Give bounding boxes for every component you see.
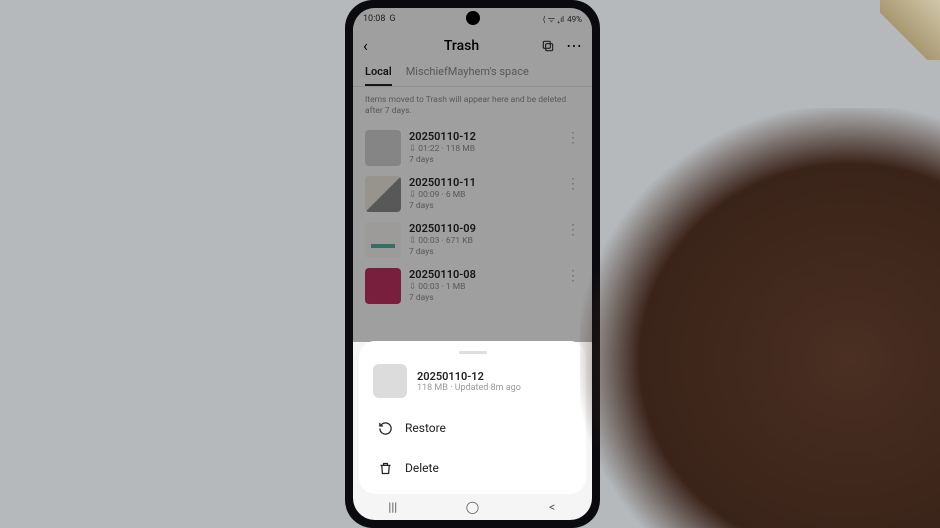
sheet-title: 20250110-12 [417,370,521,383]
more-icon[interactable]: ⋯ [566,38,582,54]
sheet-header: 20250110-12 118 MB · Updated 8m ago [359,362,586,408]
item-more-icon[interactable]: ⋮ [566,222,580,238]
page-title: Trash [383,38,540,54]
trash-list: 20250110-12 ⇩ 01:22 · 118 MB 7 days ⋮ 20… [353,125,592,309]
item-days: 7 days [409,155,558,165]
delete-icon [377,460,393,476]
back-icon[interactable]: ‹ [363,36,383,55]
item-more-icon[interactable]: ⋮ [566,176,580,192]
item-thumbnail [365,176,401,212]
sheet-handle[interactable] [459,351,487,354]
sheet-thumbnail [373,364,407,398]
tab-local[interactable]: Local [365,65,392,86]
list-item[interactable]: 20250110-12 ⇩ 01:22 · 118 MB 7 days ⋮ [353,125,592,171]
item-meta: ⇩ 00:03 · 671 KB [409,236,558,246]
nav-home[interactable]: ◯ [452,500,492,514]
human-hand [580,108,940,528]
item-more-icon[interactable]: ⋮ [566,268,580,284]
item-thumbnail [365,268,401,304]
item-meta: ⇩ 00:03 · 1 MB [409,282,558,292]
nav-recents[interactable]: ||| [373,500,413,514]
list-item[interactable]: 20250110-08 ⇩ 00:03 · 1 MB 7 days ⋮ [353,263,592,309]
nav-back[interactable]: < [532,500,572,514]
item-days: 7 days [409,247,558,257]
item-days: 7 days [409,201,558,211]
camera-notch [466,11,480,25]
trash-hint: Items moved to Trash will appear here an… [353,87,592,125]
status-battery: 49% [567,15,582,24]
copy-icon[interactable] [540,38,556,54]
item-meta: ⇩ 00:09 · 6 MB [409,190,558,200]
item-days: 7 days [409,293,558,303]
item-title: 20250110-09 [409,222,558,235]
tab-space[interactable]: MischiefMayhem's space [406,65,529,86]
item-thumbnail [365,130,401,166]
delete-label: Delete [405,461,439,475]
restore-icon [377,420,393,436]
navigation-bar: ||| ◯ < [353,494,592,520]
item-title: 20250110-08 [409,268,558,281]
item-more-icon[interactable]: ⋮ [566,130,580,146]
restore-label: Restore [405,421,446,435]
item-title: 20250110-11 [409,176,558,189]
app-header: ‹ Trash ⋯ [353,30,592,61]
item-thumbnail [365,222,401,258]
phone-screen: 10:08 G ⟨ ᯤ ₊ıl 49% ‹ Trash ⋯ Local Misc… [353,8,592,520]
status-icons: ⟨ ᯤ ₊ıl [543,14,565,25]
bottom-sheet: 20250110-12 118 MB · Updated 8m ago Rest… [359,341,586,494]
tab-bar: Local MischiefMayhem's space [353,61,592,87]
item-meta: ⇩ 01:22 · 118 MB [409,144,558,154]
sheet-meta: 118 MB · Updated 8m ago [417,383,521,393]
restore-button[interactable]: Restore [359,408,586,448]
phone-frame: 10:08 G ⟨ ᯤ ₊ıl 49% ‹ Trash ⋯ Local Misc… [345,0,600,528]
item-title: 20250110-12 [409,130,558,143]
status-carrier: G [389,14,395,24]
list-item[interactable]: 20250110-11 ⇩ 00:09 · 6 MB 7 days ⋮ [353,171,592,217]
status-time: 10:08 [363,14,385,24]
list-item[interactable]: 20250110-09 ⇩ 00:03 · 671 KB 7 days ⋮ [353,217,592,263]
background-corner [880,0,940,60]
delete-button[interactable]: Delete [359,448,586,488]
